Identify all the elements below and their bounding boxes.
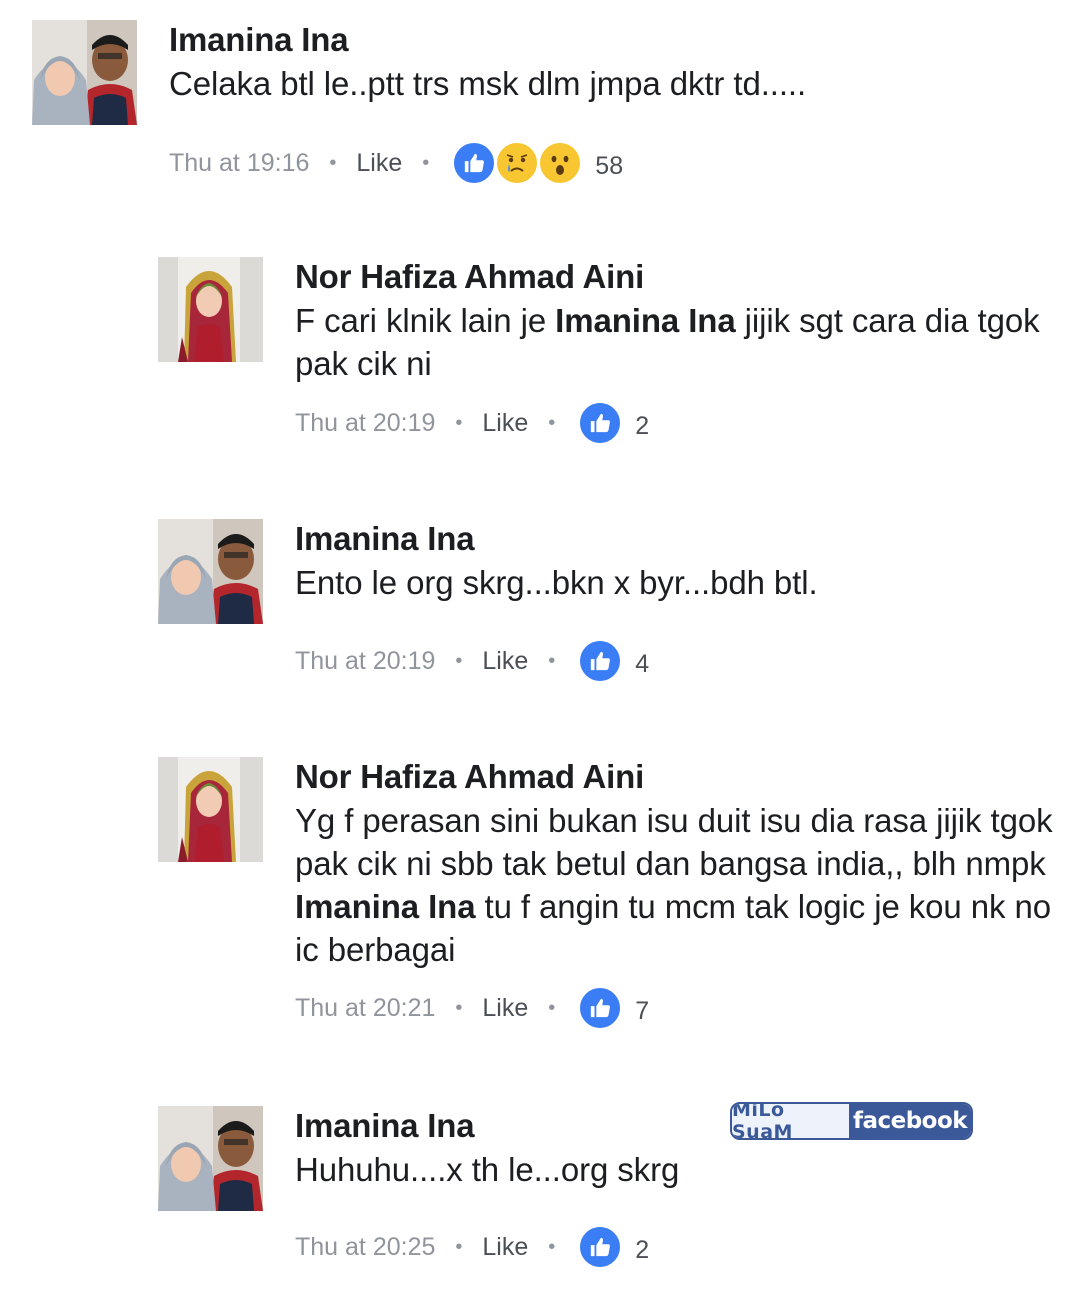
like-reaction-icon [577,400,624,446]
like-button[interactable]: Like [482,1233,528,1262]
comment-text-segment: Yg f perasan sini bukan isu duit isu dia… [295,802,1053,882]
reactions[interactable] [577,985,624,1031]
mention-link[interactable]: Imanina Ina [295,888,476,925]
like-reaction-icon [577,1224,624,1270]
like-button[interactable]: Like [356,149,402,178]
separator-dot: • [455,411,463,434]
avatar[interactable] [158,1106,263,1211]
like-reaction-icon [451,140,498,186]
comment-author[interactable]: Imanina Ina [169,20,1029,60]
separator-dot: • [548,1235,556,1258]
avatar[interactable] [32,20,137,125]
avatar[interactable] [158,257,263,362]
comment-meta: Thu at 20:25 • Like • 2 [295,1222,649,1272]
separator-dot: • [548,411,556,434]
comment-text: Yg f perasan sini bukan isu duit isu dia… [295,799,1065,971]
reaction-count[interactable]: 2 [635,1236,649,1265]
comment-text-segment: F cari klnik lain je [295,302,556,339]
comment-time[interactable]: Thu at 20:19 [295,647,435,676]
comment-time[interactable]: Thu at 20:19 [295,409,435,438]
comment-meta: Thu at 19:16 • Like • 58 [169,138,623,188]
comment-meta: Thu at 20:19 • Like • 2 [295,398,649,448]
like-reaction-icon [577,985,624,1031]
comment-time[interactable]: Thu at 20:25 [295,1233,435,1262]
comment-text: Ento le org skrg...bkn x byr...bdh btl. [295,561,1055,604]
comment-text: F cari klnik lain je Imanina Ina jijik s… [295,299,1055,385]
comment-text-segment: Celaka btl le..ptt trs msk dlm jmpa dktr… [169,65,807,102]
avatar[interactable] [158,519,263,624]
watermark-label: MiLo SuaM [732,1104,849,1138]
watermark-badge: MiLo SuaM facebook [730,1102,973,1140]
like-button[interactable]: Like [482,647,528,676]
reactions[interactable] [577,400,624,446]
comment-text: Huhuhu....x th le...org skrg [295,1148,1055,1191]
like-button[interactable]: Like [482,994,528,1023]
comment-text: Celaka btl le..ptt trs msk dlm jmpa dktr… [169,62,1029,105]
separator-dot: • [455,1235,463,1258]
comment-author[interactable]: Nor Hafiza Ahmad Aini [295,757,1065,797]
like-reaction-icon [577,638,624,684]
reactions[interactable] [577,1224,624,1270]
comment-text-segment: Huhuhu....x th le...org skrg [295,1151,680,1188]
wow-reaction-icon [537,140,584,186]
comment-author[interactable]: Nor Hafiza Ahmad Aini [295,257,1055,297]
comment-text-segment: Ento le org skrg...bkn x byr...bdh btl. [295,564,818,601]
reactions[interactable] [577,638,624,684]
separator-dot: • [548,649,556,672]
comment-author[interactable]: Imanina Ina [295,519,1055,559]
separator-dot: • [329,151,337,174]
comment-meta: Thu at 20:19 • Like • 4 [295,636,649,686]
reaction-count[interactable]: 2 [635,412,649,441]
separator-dot: • [548,996,556,1019]
reaction-count[interactable]: 7 [635,997,649,1026]
separator-dot: • [455,996,463,1019]
separator-dot: • [455,649,463,672]
reaction-count[interactable]: 58 [595,152,623,181]
reactions[interactable] [451,140,584,186]
avatar[interactable] [158,757,263,862]
comment-meta: Thu at 20:21 • Like • 7 [295,983,649,1033]
mention-link[interactable]: Imanina Ina [555,302,736,339]
like-button[interactable]: Like [482,409,528,438]
sad-reaction-icon [494,140,541,186]
comment-time[interactable]: Thu at 20:21 [295,994,435,1023]
comment-time[interactable]: Thu at 19:16 [169,149,309,178]
separator-dot: • [422,151,430,174]
facebook-logo: facebook [849,1104,971,1138]
reaction-count[interactable]: 4 [635,650,649,679]
